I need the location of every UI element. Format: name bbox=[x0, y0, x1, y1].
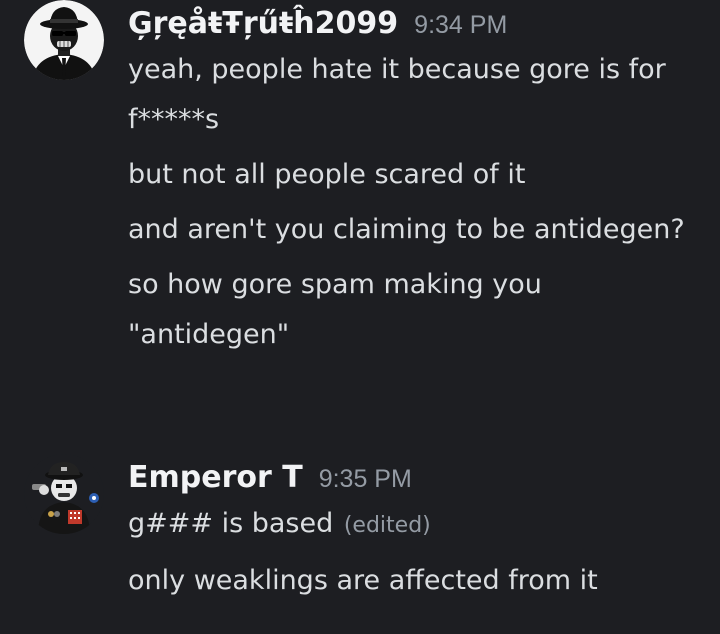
message-text-row: g### is based (edited) bbox=[128, 499, 708, 551]
officer-cap-avatar-icon bbox=[24, 454, 104, 534]
user-avatar[interactable] bbox=[24, 0, 104, 80]
message-group: ĢŗęåŧŦŗűŧĥ2099 9:34 PM yeah, people hate… bbox=[0, 0, 720, 430]
message-text: yeah, people hate it because gore is for… bbox=[128, 54, 666, 135]
message-content: Emperor T 9:35 PM g### is based (edited)… bbox=[128, 460, 708, 606]
message-text: so how gore spam making you "antidegen" bbox=[128, 269, 542, 350]
message-header: Emperor T 9:35 PM bbox=[128, 460, 708, 495]
chat-message-list: ĢŗęåŧŦŗűŧĥ2099 9:34 PM yeah, people hate… bbox=[0, 0, 720, 634]
user-avatar[interactable] bbox=[24, 454, 104, 534]
fedora-mask-avatar-icon bbox=[24, 0, 104, 80]
message-text: but not all people scared of it bbox=[128, 159, 526, 190]
username[interactable]: Emperor T bbox=[128, 460, 303, 495]
timestamp[interactable]: 9:34 PM bbox=[414, 11, 507, 40]
username[interactable]: ĢŗęåŧŦŗűŧĥ2099 bbox=[128, 6, 398, 41]
timestamp[interactable]: 9:35 PM bbox=[319, 465, 412, 494]
message-text: only weaklings are affected from it bbox=[128, 565, 598, 596]
message-group: Emperor T 9:35 PM g### is based (edited)… bbox=[0, 450, 720, 634]
message-text: and aren't you claiming to be antidegen? bbox=[128, 214, 685, 245]
message-header: ĢŗęåŧŦŗűŧĥ2099 9:34 PM bbox=[128, 6, 708, 41]
message-text: g### is based bbox=[128, 508, 334, 539]
edited-label: (edited) bbox=[343, 513, 431, 538]
message-content: ĢŗęåŧŦŗűŧĥ2099 9:34 PM yeah, people hate… bbox=[128, 6, 708, 360]
